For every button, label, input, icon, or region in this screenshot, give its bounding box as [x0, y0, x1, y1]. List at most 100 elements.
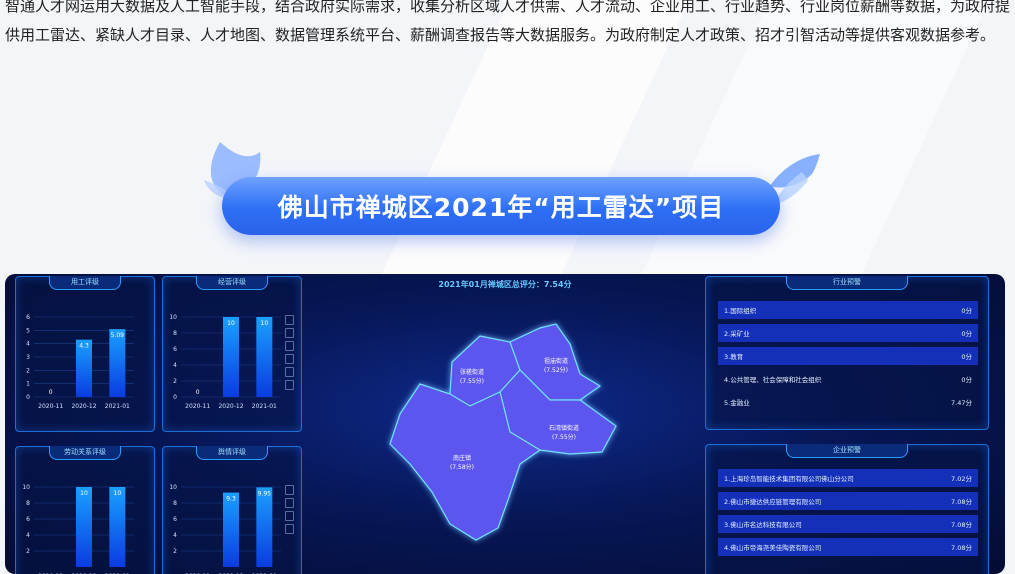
bar-value-label: 10 [227, 320, 235, 327]
bar-chart-icon[interactable] [285, 511, 294, 521]
rank-row[interactable]: 2.采矿业 0分 [718, 324, 978, 342]
rank-row[interactable]: 4.公共管理、社会保障和社会组织 0分 [718, 370, 978, 388]
line-chart-icon[interactable] [285, 498, 294, 508]
rank-score: 0分 [961, 353, 972, 361]
toolbox-icons [285, 485, 295, 534]
chart-panel-yonggong: 6 5 4 3 2 1 0 0 2020-11 4.3 2020-12 5.09 2021-01 用工评… [15, 276, 155, 432]
y-tick-label: 5 [26, 327, 30, 334]
y-tick-label: 6 [26, 516, 30, 523]
bar-chart-yonggong: 6 5 4 3 2 1 0 0 2020-11 4.3 2020-12 5.09 2021-01 [26, 314, 134, 410]
x-tick-label: 2021-01 [252, 403, 277, 410]
bar-value-label: 0 [196, 389, 200, 396]
map-label-shiwan-score: (7.55分) [552, 433, 576, 441]
y-tick-label: 6 [173, 346, 177, 353]
panel-title: 行业预警 [786, 276, 908, 290]
x-tick-label: 2020-12 [218, 403, 243, 410]
rank-row[interactable]: 3.教育 0分 [718, 347, 978, 365]
bar-value-label: 9.3 [226, 496, 236, 503]
intro-paragraph: 智通人才网运用大数据及人工智能手段，结合政府实际需求，收集分析区域人才供需、人才… [5, 0, 1011, 44]
x-tick-label: 2020-11 [38, 403, 63, 410]
rank-score: 0分 [961, 307, 972, 315]
bar-value-label: 10 [80, 490, 88, 497]
map-label-zumiao-score: (7.52分) [544, 366, 568, 374]
banner-title: 佛山市禅城区2021年“用工雷达”项目 [277, 193, 725, 222]
bar-chart-jingying: 10 8 6 4 2 0 0 2020-11 10 2020-12 10 2021-01 [169, 314, 281, 410]
y-tick-label: 10 [22, 484, 30, 491]
bar[interactable] [76, 487, 92, 567]
y-tick-label: 2 [26, 367, 30, 374]
x-tick-label: 2020-11 [185, 403, 210, 410]
rank-name: 3.教育 [724, 353, 744, 361]
y-tick-label: 2 [26, 548, 30, 555]
chancheng-map: 张槎街道 (7.55分) 祖庙街道 (7.52分) 石湾镇街道 (7.55分) … [389, 323, 617, 541]
restore-icon[interactable] [285, 354, 294, 364]
rank-score: 7.02分 [951, 475, 972, 483]
rank-score: 7.08分 [951, 521, 972, 529]
map-label-zhangcha-name: 张槎街道 [460, 368, 484, 376]
rank-name: 4.佛山市帝海尧美佳陶瓷有限公司 [724, 544, 822, 552]
rank-row[interactable]: 3.佛山市名达科技有限公司 7.08分 [718, 515, 978, 533]
y-tick-label: 8 [173, 500, 177, 507]
bar-value-label: 10 [261, 320, 269, 327]
bar-chart-icon[interactable] [285, 341, 294, 351]
bar-value-label: 10 [114, 490, 122, 497]
project-banner: 佛山市禅城区2021年“用工雷达”项目 [190, 140, 830, 250]
data-view-icon[interactable] [285, 485, 294, 495]
rank-name: 1.上海珍岛智能技术集团有限公司佛山分公司 [724, 475, 854, 483]
rank-row[interactable]: 1.国际组织 0分 [718, 301, 978, 319]
map-label-nanzhuang-score: (7.58分) [450, 463, 474, 471]
data-view-icon[interactable] [285, 315, 294, 325]
y-tick-label: 0 [173, 394, 177, 401]
bar-value-label: 4.3 [79, 343, 89, 350]
bar-value-label: 5.09 [111, 332, 125, 339]
y-tick-label: 8 [173, 330, 177, 337]
panel-title: 舆情评级 [196, 446, 268, 460]
download-icon[interactable] [285, 367, 294, 377]
map-label-shiwan-name: 石湾镇街道 [549, 424, 579, 432]
y-tick-label: 10 [169, 484, 177, 491]
rank-name: 4.公共管理、社会保障和社会组织 [724, 376, 822, 384]
chart-panel-jingying: 10 8 6 4 2 0 0 2020-11 10 2020-12 10 2021-01 经营评级 [162, 276, 302, 432]
rank-score: 7.47分 [951, 399, 972, 407]
restore-icon[interactable] [285, 524, 294, 534]
rank-name: 3.佛山市名达科技有限公司 [724, 521, 802, 529]
toolbox-icons [285, 315, 295, 390]
bar[interactable] [223, 492, 239, 567]
bar[interactable] [223, 317, 239, 397]
industry-warning-list: 1.国际组织 0分 2.采矿业 0分 3.教育 0分 4.公共管理、社会保障和社会组织 0分 5… [718, 301, 978, 416]
panel-title: 用工评级 [49, 276, 121, 290]
panel-title: 劳动关系评级 [49, 446, 121, 460]
rank-row[interactable]: 1.上海珍岛智能技术集团有限公司佛山分公司 7.02分 [718, 469, 978, 487]
rank-row[interactable]: 5.金融业 7.47分 [718, 393, 978, 411]
bar[interactable] [109, 329, 126, 397]
banner-title-pill: 佛山市禅城区2021年“用工雷达”项目 [222, 177, 780, 235]
rank-name: 2.佛山市捷达供应链管理有限公司 [724, 498, 822, 506]
panel-title: 经营评级 [196, 276, 268, 290]
y-tick-label: 4 [173, 362, 177, 369]
bar[interactable] [109, 487, 126, 567]
y-tick-label: 4 [173, 532, 177, 539]
rank-name: 1.国际组织 [724, 307, 757, 315]
y-tick-label: 6 [173, 516, 177, 523]
rank-score: 7.08分 [951, 498, 972, 506]
export-icon[interactable] [285, 380, 294, 390]
map-label-nanzhuang-name: 南庄镇 [453, 454, 471, 462]
rank-row[interactable]: 2.佛山市捷达供应链管理有限公司 7.08分 [718, 492, 978, 510]
rank-row[interactable]: 4.佛山市帝海尧美佳陶瓷有限公司 7.08分 [718, 538, 978, 556]
rank-score: 0分 [961, 376, 972, 384]
y-tick-label: 3 [26, 354, 30, 361]
bar[interactable] [256, 487, 273, 567]
line-chart-icon[interactable] [285, 328, 294, 338]
map-label-zhangcha-score: (7.55分) [460, 377, 484, 385]
panel-title: 企业预警 [786, 444, 908, 458]
map-label-zumiao-name: 祖庙街道 [544, 357, 568, 365]
y-tick-label: 1 [26, 381, 30, 388]
bar-value-label: 0 [49, 389, 53, 396]
y-tick-label: 0 [26, 394, 30, 401]
y-tick-label: 10 [169, 314, 177, 321]
y-tick-label: 8 [26, 500, 30, 507]
y-tick-label: 2 [173, 548, 177, 555]
rank-name: 5.金融业 [724, 399, 750, 407]
bar[interactable] [256, 317, 273, 397]
rank-name: 2.采矿业 [724, 330, 750, 338]
